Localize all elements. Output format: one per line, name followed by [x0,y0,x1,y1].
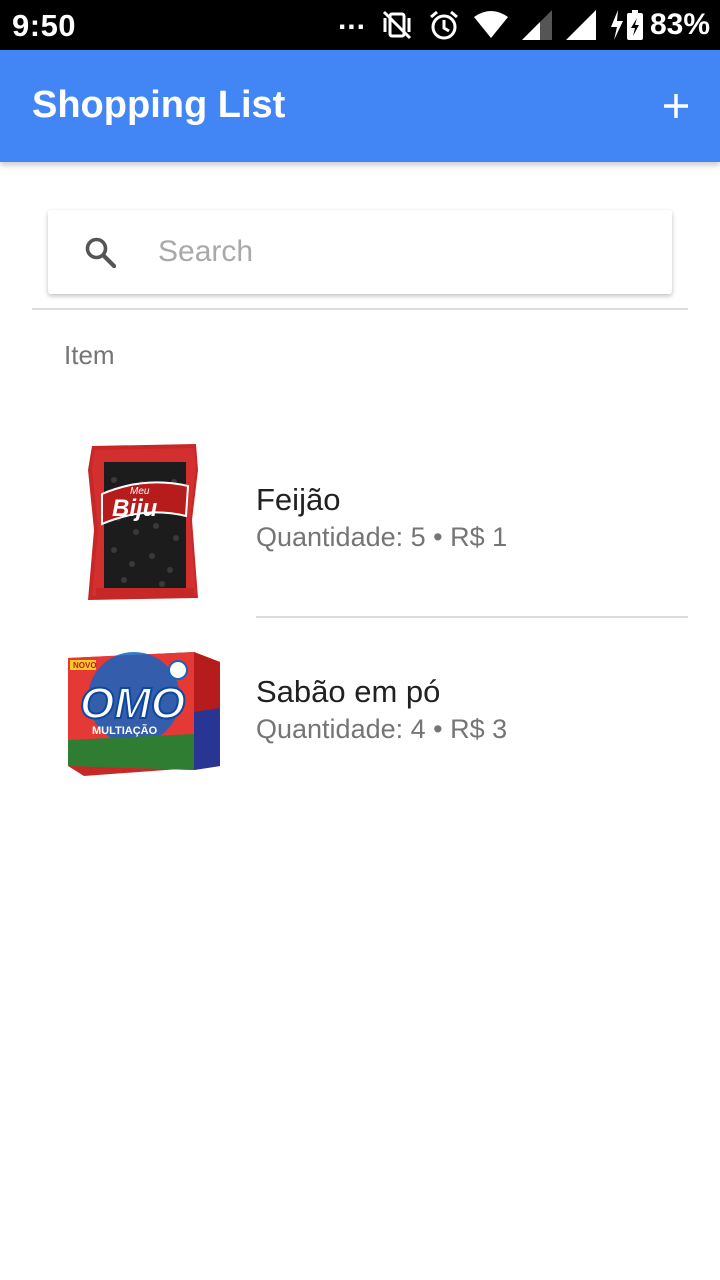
battery-percent: 83% [649,8,710,41]
search-input[interactable] [158,227,638,277]
svg-text:OMO: OMO [80,679,185,728]
svg-text:Biju: Biju [112,495,158,522]
item-details: Quantidade: 4 • R$ 3 [256,714,508,744]
omo-box-image: NOVO OMO MULTIAÇÃO [68,652,220,776]
search-icon[interactable] [84,236,116,268]
feijao-package-image: Meu Biju [88,444,198,600]
svg-text:NOVO: NOVO [73,661,97,670]
signal-icon [565,10,596,40]
status-icons: ... 83% [324,3,710,44]
battery-charging-icon [610,9,644,41]
alarm-icon [428,9,460,41]
status-bar: 9:50 ... 83% [0,0,720,50]
status-time: 9:50 [12,8,77,43]
item-details: Quantidade: 5 • R$ 1 [256,522,508,552]
app-bar: Shopping List [0,50,720,162]
add-item-button[interactable] [650,80,702,132]
signal-icon [521,10,552,40]
page-title: Shopping List [32,84,286,126]
search-bar [48,210,672,294]
item-name: Sabão em pó [256,674,441,709]
notifications-more-icon: ... [337,3,366,36]
list-item[interactable]: Meu Biju Feijão Quantidade: 5 • R$ 1 [0,420,720,618]
svg-text:MULTIAÇÃO: MULTIAÇÃO [92,724,158,737]
list-item[interactable]: NOVO OMO MULTIAÇÃO Sabão em pó Quantidad… [0,618,720,818]
vibrate-off-icon [380,8,414,42]
list-header: Item [64,340,115,370]
plus-icon [664,94,688,118]
divider [32,308,688,310]
item-name: Feijão [256,482,341,517]
wifi-icon [473,11,508,39]
